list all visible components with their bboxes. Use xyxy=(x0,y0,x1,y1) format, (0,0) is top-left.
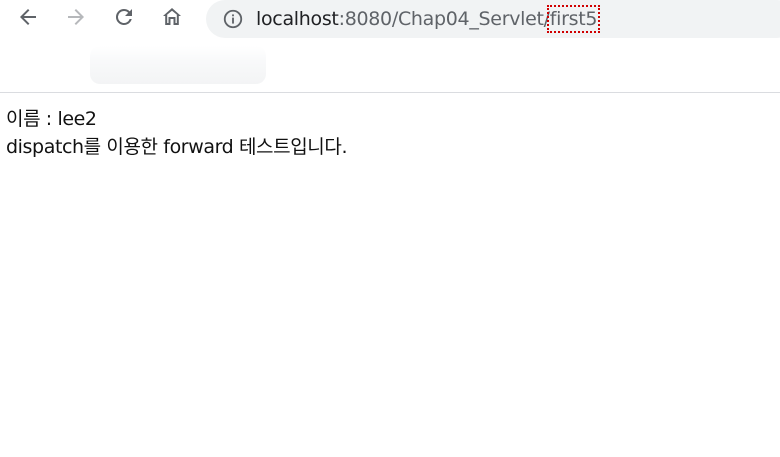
reload-button[interactable] xyxy=(109,2,139,32)
info-icon[interactable] xyxy=(222,8,244,30)
url-host: localhost xyxy=(256,8,339,30)
address-bar[interactable]: localhost:8080/Chap04_Servlet/first5 xyxy=(206,0,780,38)
forward-button[interactable] xyxy=(61,2,91,32)
url-text[interactable]: localhost:8080/Chap04_Servlet/first5 xyxy=(256,5,601,33)
back-button[interactable] xyxy=(13,2,43,32)
forward-arrow-icon xyxy=(68,9,84,25)
reload-icon xyxy=(115,8,132,25)
message-line: dispatch를 이용한 forward 테스트입니다. xyxy=(6,136,348,158)
url-highlighted-path: first5 xyxy=(546,5,601,33)
bookmark-bar xyxy=(0,40,780,92)
page-content: 이름 : lee2 dispatch를 이용한 forward 테스트입니다. xyxy=(0,93,780,161)
bookmark-placeholder xyxy=(90,46,266,84)
home-button[interactable] xyxy=(157,2,187,32)
name-line: 이름 : lee2 xyxy=(6,108,97,130)
back-arrow-icon xyxy=(20,9,36,25)
url-path: :8080/Chap04_Servlet/ xyxy=(338,8,550,30)
home-icon xyxy=(163,8,181,25)
browser-toolbar: localhost:8080/Chap04_Servlet/first5 xyxy=(0,0,780,40)
